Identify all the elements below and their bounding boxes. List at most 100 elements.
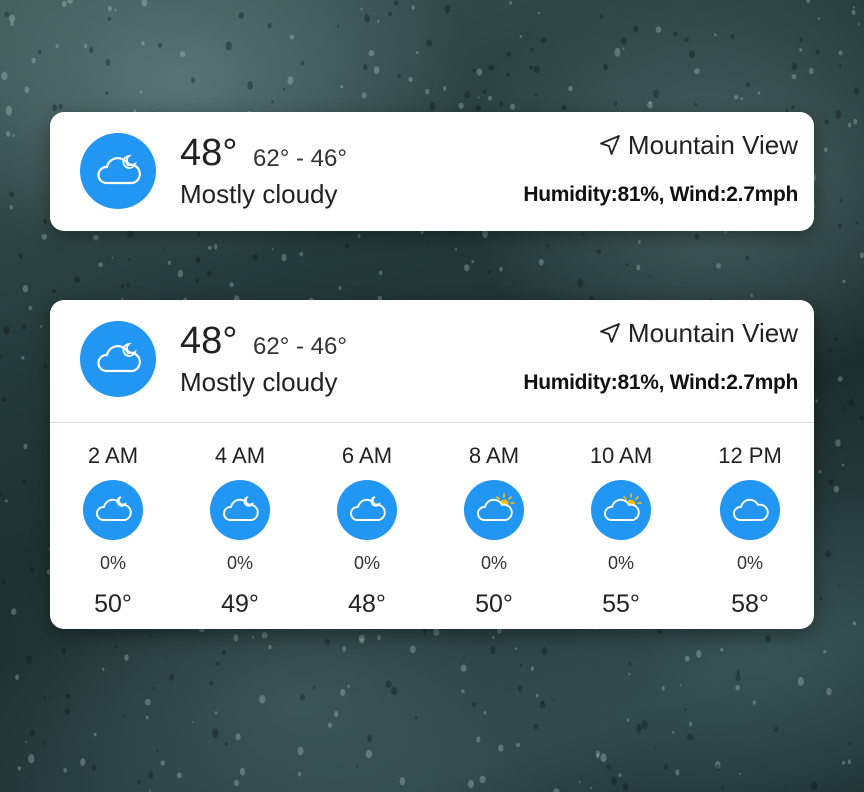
raindrop <box>663 763 669 771</box>
raindrop <box>238 12 244 19</box>
raindrop <box>735 673 741 682</box>
raindrop <box>553 788 560 792</box>
raindrop <box>41 233 48 240</box>
raindrop <box>696 650 702 658</box>
raindrop <box>167 260 171 265</box>
raindrop <box>516 743 520 747</box>
raindrop <box>852 6 855 9</box>
raindrop <box>520 663 522 668</box>
raindrop <box>120 284 125 289</box>
raindrop <box>12 625 15 629</box>
raindrop <box>93 234 99 241</box>
raindrop <box>268 644 272 650</box>
location[interactable]: Mountain View <box>598 130 798 161</box>
raindrop <box>694 68 700 74</box>
raindrop <box>126 283 131 288</box>
raindrop <box>362 92 367 99</box>
hour-time: 10 AM <box>589 443 653 468</box>
raindrop <box>823 650 827 654</box>
raindrop <box>283 87 286 91</box>
raindrop <box>338 285 342 291</box>
raindrop <box>98 262 103 268</box>
raindrop <box>539 701 546 709</box>
raindrop <box>684 708 687 712</box>
weather-condition: Mostly cloudy <box>180 179 338 209</box>
raindrop <box>43 696 47 699</box>
raindrop <box>247 80 254 90</box>
raindrop <box>817 17 821 20</box>
raindrop <box>860 252 864 259</box>
raindrop <box>214 711 218 715</box>
cloud-moon-icon <box>80 133 156 209</box>
cloud-sun-icon <box>464 480 524 540</box>
weather-widget-expanded[interactable]: 48° 62° - 46° Mostly cloudy Mountain Vie… <box>50 300 814 629</box>
raindrop <box>482 89 487 94</box>
hour-temperature: 50° <box>475 590 513 618</box>
raindrop <box>509 103 516 110</box>
raindrop <box>6 130 11 137</box>
raindrop <box>91 764 97 772</box>
raindrop <box>89 46 94 54</box>
raindrop <box>11 608 17 615</box>
raindrop <box>694 233 700 240</box>
raindrop <box>239 767 246 776</box>
raindrop <box>815 49 820 55</box>
raindrop <box>809 67 814 75</box>
raindrop <box>365 749 373 759</box>
raindrop <box>625 263 629 266</box>
raindrop <box>31 57 36 64</box>
raindrop <box>476 736 481 743</box>
raindrop <box>736 670 740 675</box>
location-arrow-icon <box>600 135 620 155</box>
raindrop <box>63 767 68 773</box>
raindrop <box>368 50 375 57</box>
hour-time: 4 AM <box>214 443 266 468</box>
raindrop <box>824 119 829 124</box>
raindrop <box>684 655 690 662</box>
raindrop <box>848 742 852 746</box>
temperature-range: 62° - 46° <box>253 333 347 360</box>
raindrop <box>454 248 458 251</box>
raindrop <box>518 685 523 692</box>
raindrop <box>843 406 847 411</box>
raindrop <box>655 26 662 33</box>
raindrop <box>499 101 504 107</box>
raindrop <box>848 122 851 128</box>
raindrop <box>298 771 302 777</box>
raindrop <box>834 336 838 341</box>
raindrop <box>271 100 274 103</box>
raindrop <box>847 759 852 765</box>
raindrop <box>429 101 436 111</box>
raindrop <box>471 260 475 264</box>
raindrop <box>730 34 735 40</box>
raindrop <box>9 191 15 197</box>
raindrop <box>356 765 359 768</box>
raindrop <box>654 747 657 750</box>
raindrop <box>530 47 534 52</box>
raindrop <box>694 102 698 107</box>
precipitation: 0% <box>736 553 763 573</box>
raindrop <box>848 398 854 407</box>
raindrop <box>144 698 151 706</box>
raindrop <box>221 650 226 656</box>
raindrop <box>4 11 10 17</box>
raindrop <box>272 248 274 251</box>
raindrop <box>345 243 350 249</box>
raindrop <box>837 584 840 587</box>
raindrop <box>839 63 842 68</box>
raindrop <box>21 355 25 360</box>
raindrop <box>856 221 859 225</box>
location[interactable]: Mountain View <box>598 318 798 349</box>
raindrop <box>38 49 42 55</box>
raindrop <box>476 68 483 76</box>
raindrop <box>9 14 16 23</box>
raindrop <box>467 779 474 789</box>
raindrop <box>413 291 416 294</box>
raindrop <box>145 715 149 720</box>
raindrop <box>128 258 131 262</box>
raindrop <box>499 266 503 272</box>
raindrop <box>127 230 134 238</box>
weather-widget-compact[interactable]: 48° 62° - 46° Mostly cloudy Mountain Vie… <box>50 112 814 231</box>
raindrop <box>43 364 48 369</box>
raindrop <box>107 16 112 21</box>
